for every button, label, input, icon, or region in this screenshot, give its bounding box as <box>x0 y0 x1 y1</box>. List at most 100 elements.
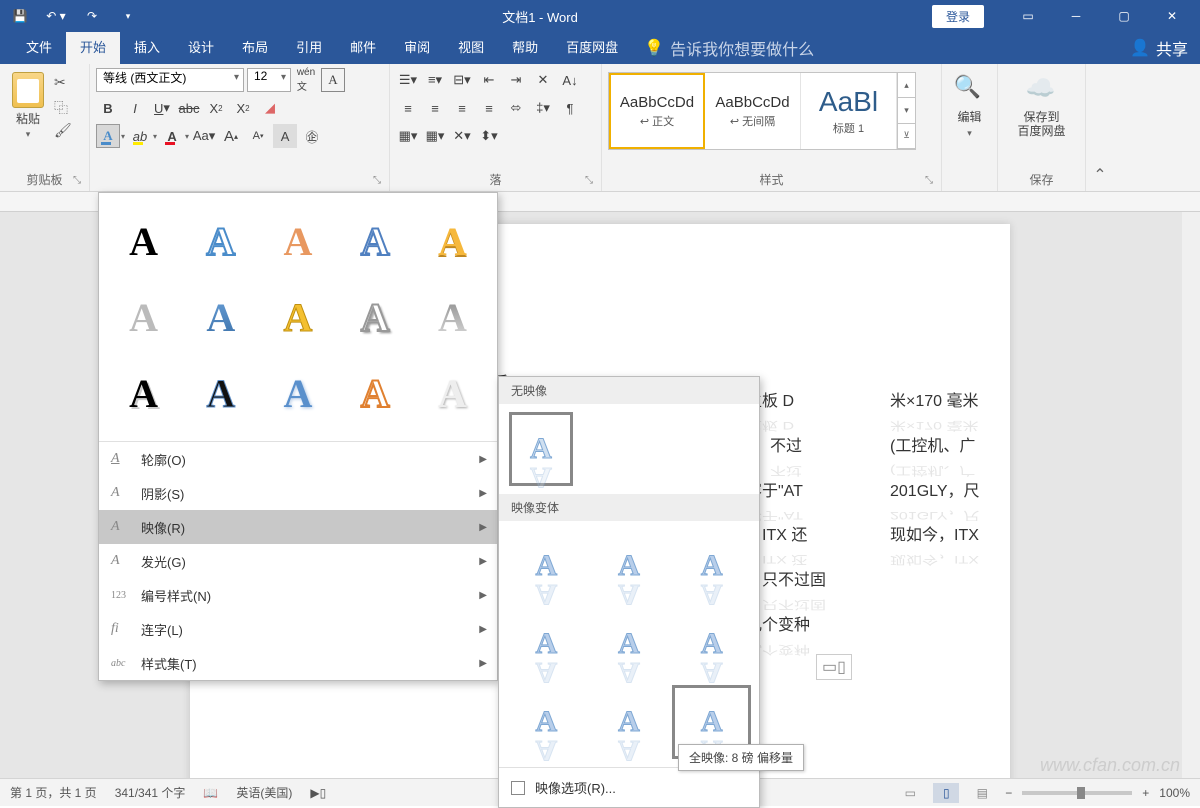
menu-glow[interactable]: A发光(G)▶ <box>99 544 497 578</box>
tab-mail[interactable]: 邮件 <box>336 32 390 64</box>
login-button[interactable]: 登录 <box>932 5 984 28</box>
find-button[interactable]: 🔍 编辑 ▾ <box>948 68 991 139</box>
align-left-icon[interactable]: ≡ <box>396 96 420 120</box>
paragraph-launcher-icon[interactable]: ⤡ <box>585 175 597 187</box>
reflect-none[interactable]: A <box>509 412 573 486</box>
format-painter-icon[interactable]: 🖌 <box>54 122 72 140</box>
menu-reflection[interactable]: A映像(R)▶ <box>99 510 497 544</box>
multilevel-icon[interactable]: ⊟▾ <box>450 68 474 92</box>
italic-button[interactable]: I <box>123 96 147 120</box>
menu-ligature[interactable]: fi连字(L)▶ <box>99 612 497 646</box>
snap-icon[interactable]: ⬍▾ <box>477 124 501 148</box>
save-baidu-button[interactable]: ☁️ 保存到 百度网盘 <box>1004 68 1079 139</box>
fx-preset[interactable]: A <box>339 281 412 353</box>
reading-view-toggle-icon[interactable]: ▭▯ <box>816 654 852 680</box>
redo-icon[interactable]: ↷ <box>80 4 104 28</box>
zoom-level[interactable]: 100% <box>1159 786 1190 800</box>
style-more-icon[interactable]: ⊻ <box>898 124 915 149</box>
reflect-variant[interactable]: A <box>507 685 586 759</box>
copy-icon[interactable]: ⿻ <box>54 98 72 116</box>
vertical-scrollbar[interactable] <box>1182 212 1200 778</box>
reflect-variant[interactable]: A <box>590 685 669 759</box>
cut-icon[interactable]: ✂ <box>54 74 72 92</box>
fx-preset[interactable]: A <box>184 281 257 353</box>
subscript-button[interactable]: X2 <box>204 96 228 120</box>
maximize-icon[interactable]: ▢ <box>1104 2 1144 30</box>
fx-preset[interactable]: A <box>261 357 334 429</box>
spell-check-icon[interactable]: 📖 <box>203 786 218 800</box>
reflect-variant[interactable]: A <box>590 607 669 681</box>
reflect-variant[interactable]: A <box>672 529 751 603</box>
reflect-variant[interactable]: A <box>507 607 586 681</box>
fx-preset[interactable]: A <box>184 205 257 277</box>
fx-preset[interactable]: A <box>339 205 412 277</box>
fx-preset[interactable]: A <box>416 281 489 353</box>
phonetic-guide-icon[interactable]: wén文 <box>294 68 318 92</box>
decrease-indent-icon[interactable]: ⇤ <box>477 68 501 92</box>
macro-icon[interactable]: ▶▯ <box>310 786 326 800</box>
fx-preset[interactable]: A <box>416 205 489 277</box>
shading-icon[interactable]: ▦▾ <box>396 124 420 148</box>
distributed-icon[interactable]: ⬄ <box>504 96 528 120</box>
reflect-variant[interactable]: A <box>590 529 669 603</box>
tab-baidu[interactable]: 百度网盘 <box>552 32 632 64</box>
tab-insert[interactable]: 插入 <box>120 32 174 64</box>
paste-button[interactable]: 粘贴 ▾ <box>6 68 50 140</box>
text-direction-icon[interactable]: ✕ <box>531 68 555 92</box>
align-center-icon[interactable]: ≡ <box>423 96 447 120</box>
style-gallery[interactable]: AaBbCcDd↩ 正文 AaBbCcDd↩ 无间隔 AaBl标题 1 ▴▾⊻ <box>608 72 916 150</box>
justify-icon[interactable]: ≡ <box>477 96 501 120</box>
qat-customize-icon[interactable]: ▾ <box>116 4 140 28</box>
align-right-icon[interactable]: ≡ <box>450 96 474 120</box>
fx-preset[interactable]: A <box>184 357 257 429</box>
tab-home[interactable]: 开始 <box>66 32 120 64</box>
fx-preset[interactable]: A <box>261 281 334 353</box>
reflect-variant[interactable]: A <box>507 529 586 603</box>
font-color-button[interactable]: A <box>160 124 184 148</box>
fx-preset[interactable]: A <box>107 281 180 353</box>
menu-styleset[interactable]: abc样式集(T)▶ <box>99 646 497 680</box>
share-button[interactable]: 👤 共享 <box>1130 36 1188 60</box>
minimize-icon[interactable]: ─ <box>1056 2 1096 30</box>
zoom-out-icon[interactable]: − <box>1005 786 1012 800</box>
reflection-options[interactable]: 映像选项(R)... <box>499 767 759 807</box>
bullets-icon[interactable]: ☰▾ <box>396 68 420 92</box>
fx-preset[interactable]: A <box>339 357 412 429</box>
numbering-icon[interactable]: ≡▾ <box>423 68 447 92</box>
collapse-ribbon-icon[interactable]: ⌃ <box>1086 64 1114 191</box>
language-indicator[interactable]: 英语(美国) <box>236 784 292 801</box>
zoom-slider[interactable] <box>1022 791 1132 795</box>
reflect-variant[interactable]: A <box>672 607 751 681</box>
zoom-in-icon[interactable]: + <box>1142 786 1149 800</box>
text-effects-button[interactable]: A <box>96 124 120 148</box>
print-layout-icon[interactable]: ▯ <box>933 783 959 803</box>
superscript-button[interactable]: X2 <box>231 96 255 120</box>
styles-launcher-icon[interactable]: ⤡ <box>925 175 937 187</box>
highlight-button[interactable]: ab <box>128 124 152 148</box>
underline-button[interactable]: U ▾ <box>150 96 174 120</box>
borders-icon[interactable]: ▦▾ <box>423 124 447 148</box>
style-heading1[interactable]: AaBl标题 1 <box>801 73 897 149</box>
style-up-icon[interactable]: ▴ <box>898 73 915 98</box>
strikethrough-button[interactable]: abc <box>177 96 201 120</box>
style-down-icon[interactable]: ▾ <box>898 98 915 123</box>
read-mode-icon[interactable]: ▭ <box>897 783 923 803</box>
font-size-dropdown[interactable]: 12 <box>247 68 291 92</box>
change-case-button[interactable]: Aa▾ <box>192 124 216 148</box>
tab-design[interactable]: 设计 <box>174 32 228 64</box>
show-marks-icon[interactable]: ¶ <box>558 96 582 120</box>
font-launcher-icon[interactable]: ⤡ <box>373 175 385 187</box>
clipboard-launcher-icon[interactable]: ⤡ <box>73 175 85 187</box>
close-icon[interactable]: ✕ <box>1152 2 1192 30</box>
tab-help[interactable]: 帮助 <box>498 32 552 64</box>
tab-file[interactable]: 文件 <box>12 32 66 64</box>
shrink-font-icon[interactable]: A▾ <box>246 124 270 148</box>
fx-preset[interactable]: A <box>107 205 180 277</box>
web-layout-icon[interactable]: ▤ <box>969 783 995 803</box>
sort-icon[interactable]: A↓ <box>558 68 582 92</box>
tab-layout[interactable]: 布局 <box>228 32 282 64</box>
undo-icon[interactable]: ↶ ▾ <box>44 4 68 28</box>
tab-references[interactable]: 引用 <box>282 32 336 64</box>
style-normal[interactable]: AaBbCcDd↩ 正文 <box>609 73 705 149</box>
bold-button[interactable]: B <box>96 96 120 120</box>
